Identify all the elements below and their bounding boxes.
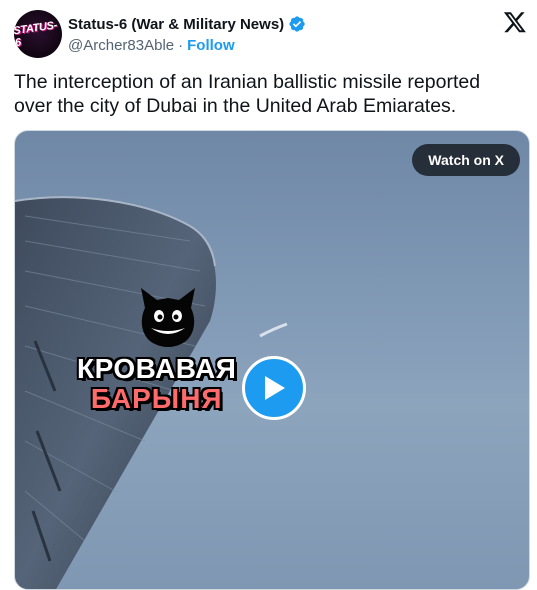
separator-dot: · (178, 37, 184, 54)
watermark-line-2: БАРЫНЯ (90, 383, 223, 414)
follow-button[interactable]: Follow (187, 37, 235, 54)
video-media[interactable]: КРОВАВАЯ БАРЫНЯ Watch on X (14, 130, 530, 590)
x-logo-icon[interactable] (503, 10, 527, 34)
tweet-embed-card: STATUS-6 Status-6 (War & Military News) … (0, 0, 537, 590)
tweet-text: The interception of an Iranian ballistic… (14, 71, 481, 117)
author-handle[interactable]: @Archer83Able (68, 37, 174, 54)
watermark-line-1: КРОВАВАЯ (77, 353, 237, 384)
avatar-logo-text: STATUS-6 (14, 19, 58, 50)
mascot-cat-icon (141, 288, 195, 347)
watermark-overlay: КРОВАВАЯ БАРЫНЯ (77, 353, 236, 415)
watch-on-x-button[interactable]: Watch on X (412, 144, 520, 176)
play-button[interactable] (242, 356, 306, 420)
author-name-row: Status-6 (War & Military News) (68, 15, 306, 33)
author-handle-row: @Archer83Able · Follow (68, 37, 235, 54)
play-icon (265, 376, 285, 400)
verified-badge-icon (289, 16, 305, 32)
avatar[interactable]: STATUS-6 (14, 10, 62, 58)
author-display-name[interactable]: Status-6 (War & Military News) (68, 16, 284, 33)
